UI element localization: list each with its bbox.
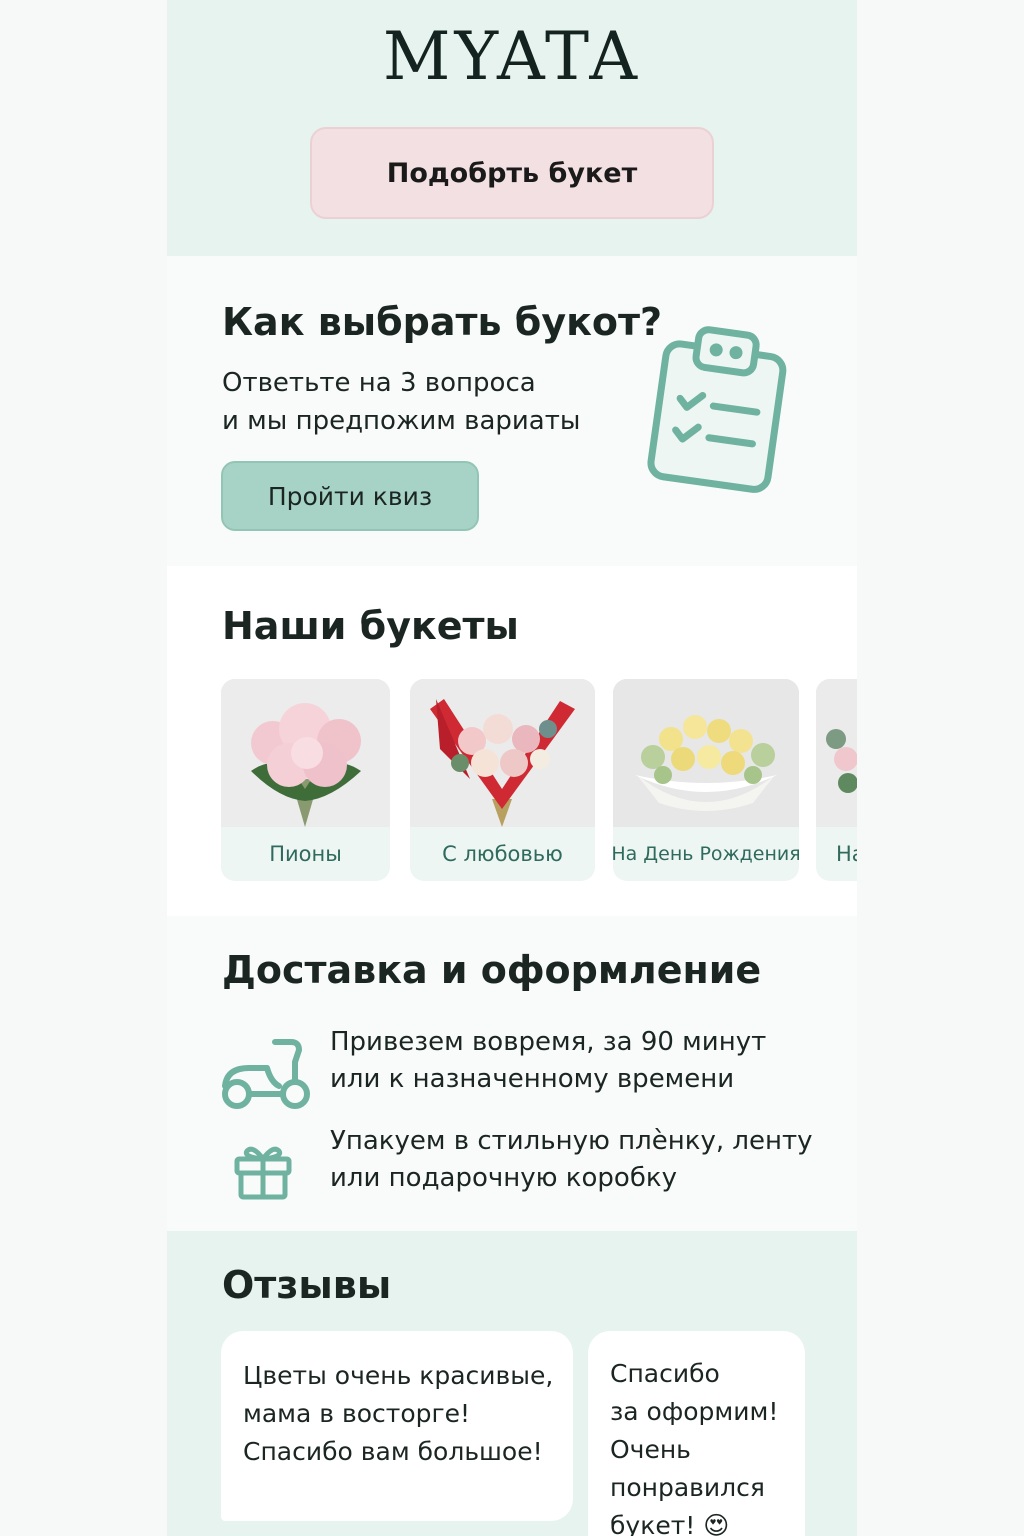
review-card-2: Спасибо за оформим! Очень понравился бук… [588, 1331, 805, 1536]
page: MYATA Подобрть букет Как выбрать букот? … [167, 0, 857, 1536]
review-text-line: Спасибо [610, 1359, 720, 1388]
delivery-packaging-line1: Упакуем в стильную плѐнку, ленту [330, 1126, 813, 1156]
review-text-line: Очень [610, 1435, 691, 1464]
review-text-line: Спасибо вам большое! [243, 1437, 543, 1466]
bouquet-card-birthday[interactable]: На День Рождения [613, 679, 799, 881]
review-card-1: Цветы очень красивые, мама в восторге! С… [221, 1331, 573, 1521]
bouquet-card-with-love[interactable]: С любовью [410, 679, 595, 881]
quiz-section: Как выбрать букот? Ответьте на 3 вопроса… [167, 256, 857, 566]
delivery-title: Доставка и оформление [222, 948, 762, 992]
reviews-section: Отзывы Цветы очень красивые, мама в вост… [167, 1231, 857, 1536]
bouquet-card-peonies[interactable]: Пионы [221, 679, 390, 881]
brand-logo[interactable]: MYATA [167, 18, 857, 95]
delivery-time-line1: Привезем вовремя, за 90 минут [330, 1027, 767, 1057]
bouquet-label: На День Рождения [613, 843, 799, 865]
delivery-section: Доставка и оформление Привезем вовремя, … [167, 916, 857, 1231]
delivery-packaging-line2: или подарочную коробку [330, 1163, 677, 1193]
gift-icon [234, 1146, 292, 1200]
scooter-icon [222, 1039, 310, 1109]
bouquet-label: Пионы [269, 842, 342, 866]
review-text-line: за оформим! [610, 1397, 779, 1426]
delivery-item-packaging: Упакуем в стильную плѐнку, ленту или под… [330, 1123, 813, 1197]
bouquet-photo-peonies [221, 679, 390, 827]
reviews-title: Отзывы [222, 1263, 392, 1307]
delivery-item-time: Привезем вовремя, за 90 минут или к назн… [330, 1024, 766, 1098]
hero-section: MYATA Подобрть букет [167, 0, 857, 256]
review-text-line: мама в восторге! [243, 1399, 471, 1428]
bouquet-photo-with-love [410, 679, 595, 827]
quiz-title: Как выбрать букот? [222, 300, 663, 344]
bouquet-label: С любовью [442, 842, 563, 866]
review-text-line: Цветы очень красивые, [243, 1361, 554, 1390]
bouquet-photo-partial [816, 679, 857, 827]
review-text-line: букет! 😍 [610, 1511, 730, 1536]
bouquet-label: На [836, 842, 857, 866]
take-quiz-button[interactable]: Пройти квиз [221, 461, 479, 531]
bouquet-card-partial[interactable]: На [816, 679, 857, 881]
bouquets-section: Наши букеты Пионы С любовью На День Рожд… [167, 566, 857, 916]
quiz-subtitle-line1: Ответьте на 3 вопроса [222, 368, 536, 398]
quiz-subtitle-line2: и мы предпожим вариаты [222, 406, 581, 436]
bouquet-photo-birthday [613, 679, 799, 827]
bouquets-title: Наши букеты [222, 604, 519, 648]
clipboard-checklist-icon [647, 326, 787, 493]
pick-bouquet-button[interactable]: Подобрть букет [310, 127, 714, 219]
delivery-time-line2: или к назначенному времени [330, 1064, 735, 1094]
review-text-line: понравился [610, 1473, 765, 1502]
